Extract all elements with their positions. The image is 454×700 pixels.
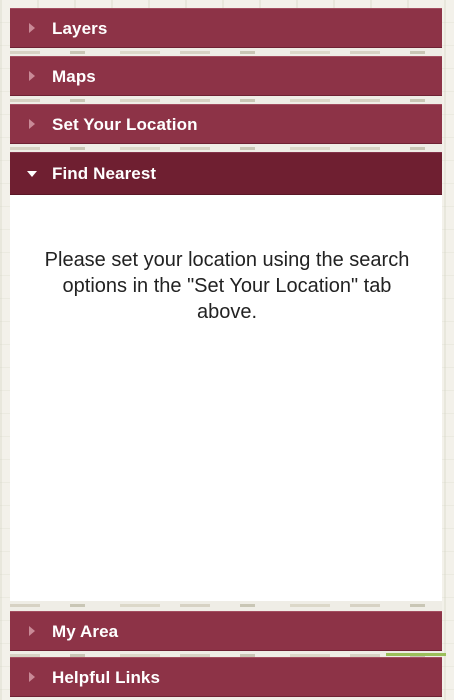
- accordion-header-find-nearest[interactable]: Find Nearest: [10, 152, 442, 195]
- accordion-header-label: Maps: [52, 66, 96, 86]
- accordion-header-label: Find Nearest: [52, 164, 157, 183]
- accordion-header-set-your-location[interactable]: Set Your Location: [10, 104, 442, 144]
- find-nearest-panel: Please set your location using the searc…: [10, 195, 442, 601]
- accordion-header-my-area[interactable]: My Area: [10, 611, 442, 651]
- accordion-header-layers[interactable]: Layers: [10, 8, 442, 48]
- accordion-header-helpful-links[interactable]: Helpful Links: [10, 657, 442, 697]
- triangle-right-icon: [27, 22, 37, 34]
- triangle-right-icon: [27, 625, 37, 637]
- map-gap: [10, 601, 442, 611]
- find-nearest-message: Please set your location using the searc…: [44, 249, 410, 323]
- map-gap: [10, 96, 442, 104]
- accordion-header-label: Layers: [52, 18, 108, 38]
- map-gap: [10, 144, 442, 152]
- accordion-header-maps[interactable]: Maps: [10, 56, 442, 96]
- triangle-right-icon: [27, 70, 37, 82]
- accordion-header-label: Helpful Links: [52, 667, 161, 687]
- triangle-right-icon: [27, 671, 37, 683]
- triangle-right-icon: [27, 118, 37, 130]
- map-gap: [10, 48, 442, 56]
- accordion-header-label: Set Your Location: [52, 114, 198, 134]
- triangle-down-icon: [27, 168, 37, 180]
- accordion-header-label: My Area: [52, 621, 119, 641]
